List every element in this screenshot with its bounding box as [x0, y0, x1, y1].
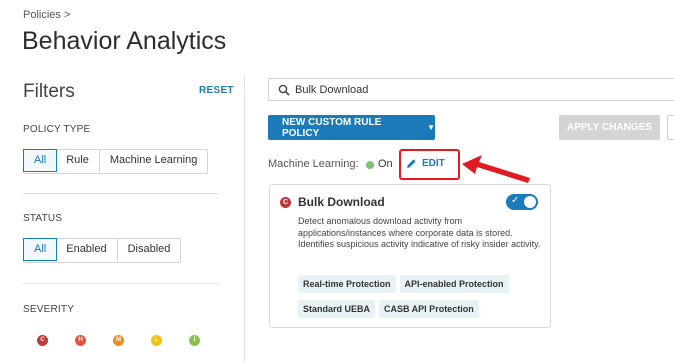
new-rule-label: NEW CUSTOM RULE POLICY	[282, 116, 382, 139]
apply-changes-button[interactable]: APPLY CHANGES	[559, 115, 660, 140]
pencil-icon	[407, 159, 416, 168]
status-dot-icon	[366, 161, 374, 169]
toggle-knob	[524, 196, 536, 208]
policy-tag: API-enabled Protection	[399, 275, 509, 293]
status-option-all[interactable]: All	[23, 238, 58, 261]
machine-learning-label: Machine Learning:	[268, 158, 359, 170]
new-custom-rule-policy-button[interactable]: NEW CUSTOM RULE POLICY ▼	[268, 115, 435, 140]
edit-button[interactable]: EDIT	[406, 158, 445, 169]
status-label: STATUS	[23, 213, 63, 224]
policy-description: Detect anomalous download activity from …	[298, 216, 541, 249]
policy-enable-toggle[interactable]: ✓	[506, 194, 538, 210]
severity-info-icon[interactable]: I	[189, 335, 200, 346]
severity-filter: C H M L I	[37, 335, 227, 346]
severity-low-icon[interactable]: L	[151, 335, 162, 346]
more-button[interactable]	[667, 115, 674, 140]
severity-critical-icon: C	[280, 197, 291, 208]
severity-high-icon[interactable]: H	[75, 335, 86, 346]
breadcrumb[interactable]: Policies >	[23, 9, 70, 21]
severity-label: SEVERITY	[23, 304, 75, 315]
severity-critical-icon[interactable]: C	[37, 335, 48, 346]
policy-tag: Standard UEBA	[298, 300, 376, 318]
divider	[23, 283, 219, 284]
reset-button[interactable]: RESET	[199, 85, 234, 96]
divider	[23, 193, 219, 194]
status-filter: All Enabled Disabled	[23, 238, 182, 263]
search-value: Bulk Download	[295, 84, 369, 96]
status-option-disabled[interactable]: Disabled	[118, 239, 181, 262]
chevron-down-icon: ▼	[427, 123, 435, 132]
policy-type-option-rule[interactable]: Rule	[56, 150, 100, 173]
severity-medium-icon[interactable]: M	[113, 335, 124, 346]
policy-title: Bulk Download	[298, 195, 385, 209]
filters-title: Filters	[23, 81, 75, 102]
check-icon: ✓	[511, 195, 520, 206]
policy-card[interactable]: C Bulk Download ✓ Detect anomalous downl…	[269, 184, 551, 328]
edit-label: EDIT	[422, 158, 445, 169]
policy-type-option-machine-learning[interactable]: Machine Learning	[100, 150, 207, 173]
search-input[interactable]: Bulk Download	[268, 78, 674, 101]
policy-type-label: POLICY TYPE	[23, 124, 91, 135]
status-option-enabled[interactable]: Enabled	[56, 239, 118, 262]
policy-tags: Real-time Protection API-enabled Protecti…	[298, 274, 548, 324]
policy-type-filter: All Rule Machine Learning	[23, 149, 209, 174]
policy-type-option-all[interactable]: All	[23, 149, 58, 172]
machine-learning-status: On	[378, 158, 393, 170]
annotation-arrow-icon	[462, 155, 530, 183]
policy-tag: Real-time Protection	[298, 275, 396, 293]
sidebar-divider	[244, 75, 245, 363]
page-title: Behavior Analytics	[22, 27, 227, 55]
search-icon	[278, 84, 290, 96]
policy-tag: CASB API Protection	[379, 300, 479, 318]
